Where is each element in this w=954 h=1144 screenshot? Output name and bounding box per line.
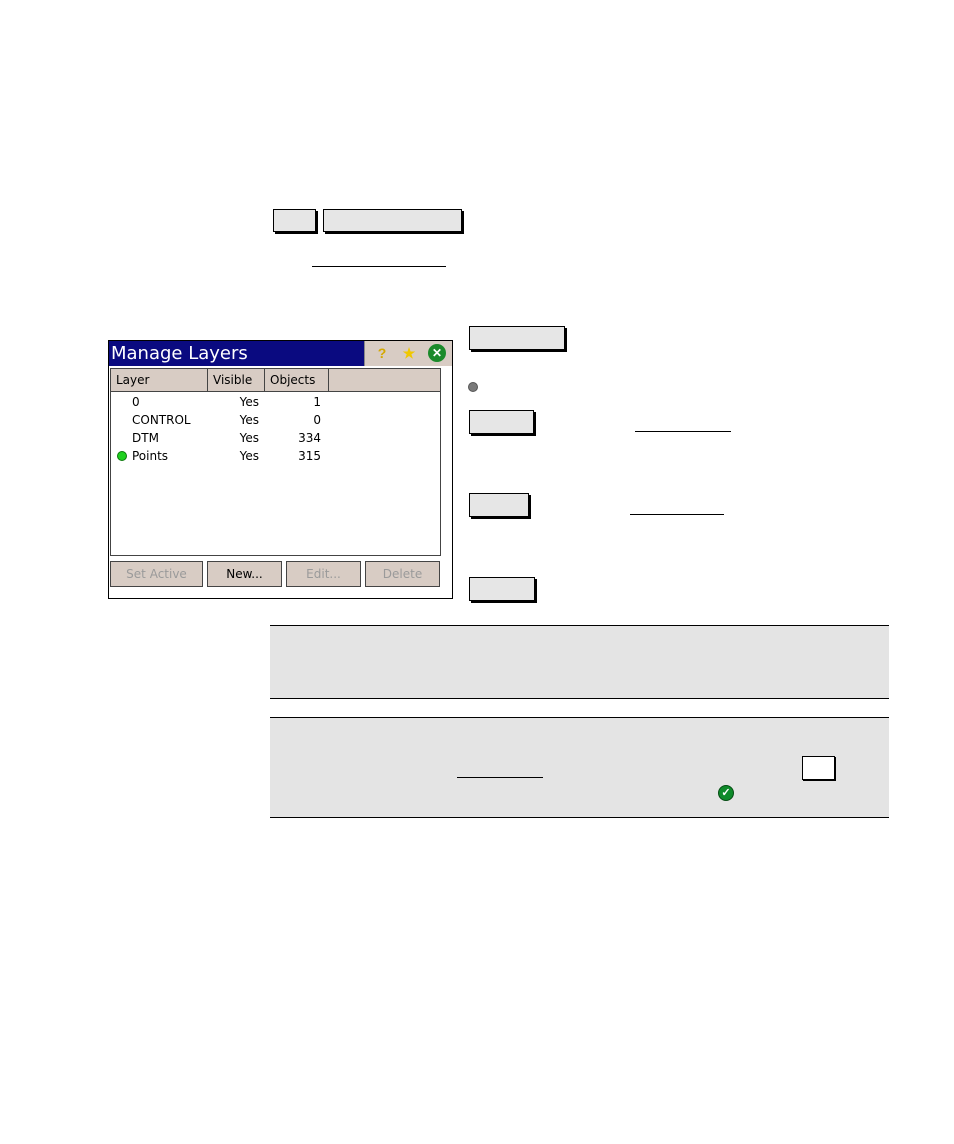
delete-button[interactable]: Delete <box>365 561 440 587</box>
table-row[interactable]: 0 Yes 1 <box>111 393 440 411</box>
key-box-wide <box>323 209 462 232</box>
edit-button[interactable]: Edit... <box>286 561 361 587</box>
active-layer-dot-icon <box>117 451 127 461</box>
key-box <box>469 493 529 517</box>
layer-name: CONTROL <box>132 413 191 427</box>
layer-objects: 334 <box>298 431 321 445</box>
dialog-title: Manage Layers <box>111 343 248 364</box>
column-header-objects[interactable]: Objects <box>265 369 329 391</box>
tip-box <box>270 717 889 818</box>
layer-objects: 0 <box>313 413 321 427</box>
layer-objects: 1 <box>313 395 321 409</box>
layer-visible: Yes <box>239 431 259 445</box>
underlined-link[interactable] <box>630 514 724 515</box>
bullet-icon <box>468 382 478 392</box>
layer-visible: Yes <box>239 395 259 409</box>
set-active-button[interactable]: Set Active <box>110 561 203 587</box>
layer-visible: Yes <box>239 449 259 463</box>
key-box <box>469 577 535 601</box>
layer-name: DTM <box>132 431 159 445</box>
layer-name: Points <box>132 449 169 463</box>
key-box-small <box>802 756 835 780</box>
new-button[interactable]: New... <box>207 561 282 587</box>
underlined-link[interactable] <box>457 777 543 778</box>
table-row[interactable]: CONTROL Yes 0 <box>111 411 440 429</box>
layers-list[interactable]: Layer Visible Objects 0 Yes 1 CONTROL Ye… <box>110 368 441 556</box>
layer-name: 0 <box>132 395 140 409</box>
list-header: Layer Visible Objects <box>111 369 440 392</box>
table-row[interactable]: DTM Yes 334 <box>111 429 440 447</box>
column-header-visible[interactable]: Visible <box>208 369 265 391</box>
layer-visible: Yes <box>239 413 259 427</box>
layer-objects: 315 <box>298 449 321 463</box>
help-icon[interactable]: ? <box>373 344 391 362</box>
check-icon: ✓ <box>718 785 734 801</box>
key-box <box>469 410 534 434</box>
column-header-layer[interactable]: Layer <box>111 369 208 391</box>
key-box <box>469 326 565 350</box>
title-bar-icons: ? ★ ✕ <box>364 341 452 366</box>
underlined-link[interactable] <box>312 266 446 267</box>
close-icon[interactable]: ✕ <box>428 344 446 362</box>
title-bar: Manage Layers ? ★ ✕ <box>109 341 452 366</box>
table-row[interactable]: Points Yes 315 <box>111 447 440 465</box>
note-box <box>270 625 889 699</box>
favorites-star-icon[interactable]: ★ <box>400 344 418 362</box>
manage-layers-dialog: Manage Layers ? ★ ✕ Layer Visible Object… <box>108 340 453 599</box>
key-box-small <box>273 209 316 232</box>
underlined-link[interactable] <box>635 431 731 432</box>
